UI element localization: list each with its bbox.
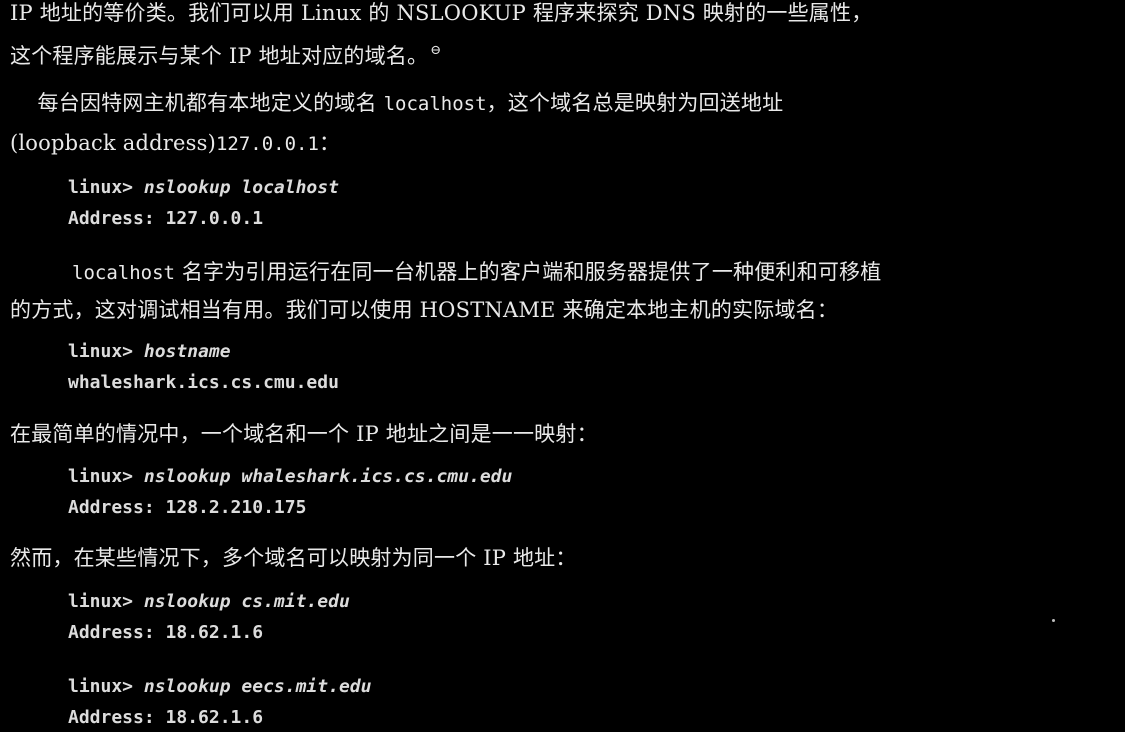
code-command-line: linux> nslookup localhost (68, 179, 339, 197)
paragraph-text: 每台因特网主机都有本地定义的域名 (10, 91, 384, 115)
code-command-line: linux> nslookup cs.mit.edu (68, 593, 350, 611)
paragraph-text: ： (318, 131, 341, 155)
paragraph-line: 的方式，这对调试相当有用。我们可以使用 HOSTNAME 来确定本地主机的实际域… (10, 300, 881, 321)
inline-code-localhost: localhost (383, 93, 487, 115)
paragraph-text: 然而，在某些情况下，多个域名可以映射为同一个 IP 地址： (10, 546, 577, 570)
paragraph-localhost-usage: localhost 名字为引用运行在同一台机器上的客户端和服务器提供了一种便利和… (10, 262, 881, 321)
paragraph-nslookup-intro: IP 地址的等价类。我们可以用 Linux 的 NSLOOKUP 程序来探究 D… (10, 3, 872, 67)
code-block-nslookup-cs-mit: linux> nslookup cs.mit.edu Address: 18.6… (68, 593, 350, 642)
paragraph-many-to-one: 然而，在某些情况下，多个域名可以映射为同一个 IP 地址： (10, 548, 577, 569)
terminal-command: nslookup whaleshark.ics.cs.cmu.edu (143, 466, 513, 487)
paragraph-text: (loopback address) (10, 131, 216, 155)
terminal-prompt: linux> (68, 676, 134, 697)
scan-speck (1052, 619, 1055, 622)
paragraph-text: IP 地址的等价类。我们可以用 Linux 的 NSLOOKUP 程序来探究 D… (10, 1, 873, 25)
paragraph-line: localhost 名字为引用运行在同一台机器上的客户端和服务器提供了一种便利和… (10, 260, 882, 284)
terminal-prompt: linux> (68, 177, 134, 198)
code-block-hostname: linux> hostname whaleshark.ics.cs.cmu.ed… (68, 343, 339, 392)
code-output-line: Address: 128.2.210.175 (68, 497, 307, 518)
terminal-prompt: linux> (68, 341, 134, 362)
document-page: IP 地址的等价类。我们可以用 Linux 的 NSLOOKUP 程序来探究 D… (0, 0, 1125, 732)
code-command-line: linux> nslookup whaleshark.ics.cs.cmu.ed… (68, 468, 512, 486)
code-output-line: Address: 18.62.1.6 (68, 707, 264, 728)
code-command-line: linux> hostname (68, 343, 339, 361)
terminal-command: nslookup eecs.mit.edu (143, 676, 372, 697)
paragraph-line: IP 地址的等价类。我们可以用 Linux 的 NSLOOKUP 程序来探究 D… (10, 3, 872, 24)
code-output-line: whaleshark.ics.cs.cmu.edu (68, 372, 339, 393)
paragraph-text: ，这个域名总是映射为回送地址 (486, 91, 784, 115)
code-command-line: linux> nslookup eecs.mit.edu (68, 678, 371, 696)
terminal-command: nslookup localhost (143, 177, 339, 198)
code-block-nslookup-eecs-mit: linux> nslookup eecs.mit.edu Address: 18… (68, 678, 371, 727)
paragraph-line: 然而，在某些情况下，多个域名可以映射为同一个 IP 地址： (10, 548, 577, 569)
terminal-prompt: linux> (68, 591, 134, 612)
terminal-command: hostname (143, 341, 231, 362)
paragraph-text: 名字为引用运行在同一台机器上的客户端和服务器提供了一种便利和可移植 (174, 260, 882, 284)
code-output-line: Address: 127.0.0.1 (68, 208, 264, 229)
paragraph-localhost: 每台因特网主机都有本地定义的域名 localhost，这个域名总是映射为回送地址… (10, 91, 784, 155)
paragraph-line: 这个程序能展示与某个 IP 地址对应的域名。 ⊖ (10, 40, 872, 67)
code-block-nslookup-localhost: linux> nslookup localhost Address: 127.0… (68, 179, 339, 228)
paragraph-text: 在最简单的情况中，一个域名和一个 IP 地址之间是一一映射： (10, 422, 598, 446)
code-output-line: Address: 18.62.1.6 (68, 622, 264, 643)
code-block-nslookup-whaleshark: linux> nslookup whaleshark.ics.cs.cmu.ed… (68, 468, 512, 517)
paragraph-text: 的方式，这对调试相当有用。我们可以使用 HOSTNAME 来确定本地主机的实际域… (10, 298, 839, 322)
terminal-prompt: linux> (68, 466, 134, 487)
terminal-command: nslookup cs.mit.edu (143, 591, 350, 612)
footnote-marker: ⊖ (430, 43, 442, 58)
paragraph-text: 这个程序能展示与某个 IP 地址对应的域名。 (10, 44, 429, 68)
inline-code-loopback-ip: 127.0.0.1 (215, 133, 319, 155)
paragraph-line: 每台因特网主机都有本地定义的域名 localhost，这个域名总是映射为回送地址 (10, 91, 784, 115)
paragraph-one-to-one: 在最简单的情况中，一个域名和一个 IP 地址之间是一一映射： (10, 424, 598, 445)
paragraph-line: (loopback address)127.0.0.1： (10, 131, 783, 155)
paragraph-line: 在最简单的情况中，一个域名和一个 IP 地址之间是一一映射： (10, 424, 598, 445)
inline-code-localhost: localhost (72, 262, 175, 284)
